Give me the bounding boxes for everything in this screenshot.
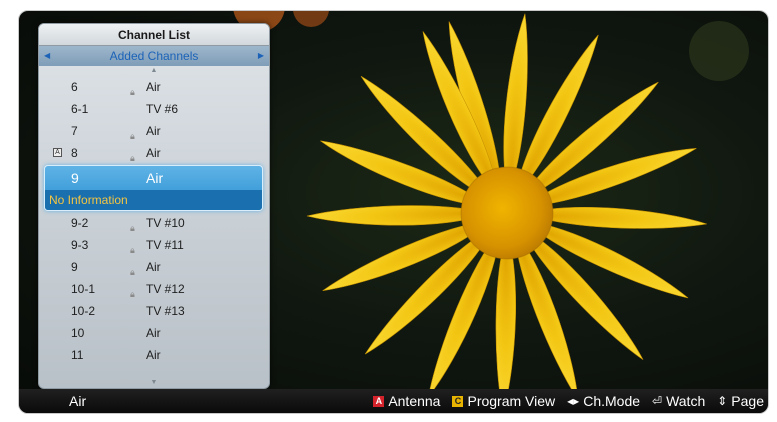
antenna-action[interactable]: A Antenna	[373, 389, 440, 413]
watch-label: Watch	[666, 393, 706, 409]
red-key-icon: A	[373, 395, 385, 407]
page-action[interactable]: ⇕ Page	[717, 389, 764, 413]
ch-mode-action[interactable]: ◂▸ Ch.Mode	[567, 389, 640, 413]
channel-name: Air	[146, 348, 161, 362]
guide-actions: A Antenna C Program View ◂▸ Ch.Mode ⏎ Wa…	[373, 389, 764, 413]
yellow-key-icon: C	[452, 395, 464, 407]
left-arrow-icon[interactable]: ◀	[44, 46, 50, 66]
antenna-badge-icon: A	[53, 148, 62, 157]
channel-row[interactable]: 6-1 TV #6	[39, 98, 269, 120]
channel-number: 10-1	[71, 282, 96, 296]
channel-row[interactable]: 9-2 🔒︎ TV #10	[39, 212, 269, 234]
channel-row[interactable]: 7 🔒︎ Air	[39, 120, 269, 142]
channel-number: 9-3	[71, 238, 89, 252]
channel-number: 9-2	[71, 216, 89, 230]
channel-number: 6-1	[71, 102, 89, 116]
page-label: Page	[731, 393, 764, 409]
channel-row[interactable]: 9 🔒︎ Air	[39, 256, 269, 278]
channel-name: TV #12	[146, 282, 185, 296]
selected-channel-name: Air	[146, 170, 164, 186]
bottom-guide-bar: Air A Antenna C Program View ◂▸ Ch.Mode …	[19, 389, 768, 413]
up-down-arrows-icon: ⇕	[717, 394, 728, 408]
channel-name: Air	[146, 124, 161, 138]
channel-name: Air	[146, 260, 161, 274]
channel-name: TV #11	[146, 238, 184, 252]
channel-row[interactable]: 6 🔒︎ Air	[39, 76, 269, 98]
channel-name: Air	[146, 326, 161, 340]
channel-name: Air	[146, 80, 161, 94]
channel-row[interactable]: 10 Air	[39, 322, 269, 344]
channel-list-panel: Channel List ◀ Added Channels ▶ ▲ 6 🔒︎ A…	[38, 23, 270, 389]
channel-name: TV #6	[146, 102, 179, 116]
ch-mode-label: Ch.Mode	[583, 393, 641, 409]
selected-channel-row[interactable]: 9 Air No Information	[44, 165, 263, 211]
channel-number: 10-2	[71, 304, 96, 318]
channel-row[interactable]: 10-2 TV #13	[39, 300, 269, 322]
channel-number: 8	[71, 146, 78, 160]
right-arrow-icon[interactable]: ▶	[258, 46, 264, 66]
antenna-label: Antenna	[388, 393, 441, 409]
current-source-label: Air	[69, 393, 87, 409]
channel-number: 11	[71, 348, 84, 362]
channel-row[interactable]: A 8 🔒︎ Air	[39, 142, 269, 164]
channel-filter-selector[interactable]: ◀ Added Channels ▶	[39, 46, 269, 66]
program-view-action[interactable]: C Program View	[452, 389, 555, 413]
scroll-up-icon[interactable]: ▲	[39, 66, 269, 76]
channel-row[interactable]: 9-3 🔒︎ TV #11	[39, 234, 269, 256]
channel-number: 10	[71, 326, 85, 340]
panel-title: Channel List	[39, 24, 269, 46]
watch-action[interactable]: ⏎ Watch	[652, 389, 705, 413]
channel-name: TV #10	[146, 216, 185, 230]
channel-number: 9	[71, 260, 78, 274]
left-right-arrows-icon: ◂▸	[567, 394, 580, 408]
tv-screen: Channel List ◀ Added Channels ▶ ▲ 6 🔒︎ A…	[18, 10, 769, 414]
selected-channel-number: 9	[71, 170, 79, 186]
channel-number: 6	[71, 80, 78, 94]
program-view-label: Program View	[467, 393, 556, 409]
program-info: No Information	[45, 190, 262, 210]
channel-number: 7	[71, 124, 78, 138]
scroll-down-icon[interactable]: ▼	[39, 379, 269, 386]
channel-filter-label: Added Channels	[109, 49, 199, 63]
channel-row[interactable]: 10-1 🔒︎ TV #12	[39, 278, 269, 300]
enter-icon: ⏎	[652, 394, 663, 408]
channel-name: TV #13	[146, 304, 185, 318]
channel-name: Air	[146, 146, 161, 160]
channel-row[interactable]: 11 Air	[39, 344, 269, 366]
